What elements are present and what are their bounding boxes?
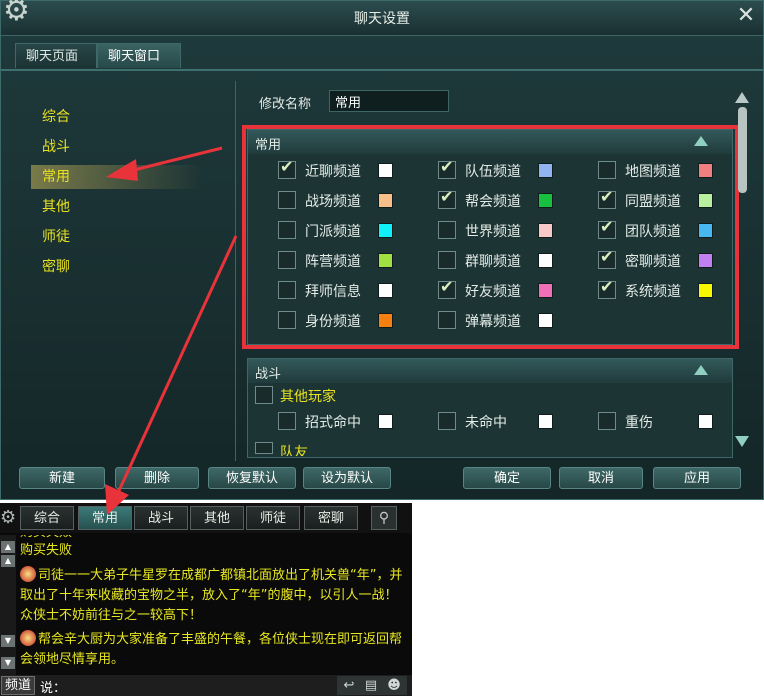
- checkbox-other-players[interactable]: [255, 386, 273, 404]
- scroll-up-icon[interactable]: [735, 92, 749, 103]
- combat-label: 招式命中: [305, 415, 361, 431]
- message-icon[interactable]: ▤: [361, 676, 381, 695]
- group-teammates: 队友: [280, 445, 308, 456]
- restore-default-button[interactable]: 恢复默认: [208, 467, 296, 489]
- scroll-top-icon[interactable]: ▲: [1, 541, 15, 553]
- channel-select-button[interactable]: 频道: [1, 676, 35, 695]
- combat-checkbox[interactable]: [598, 412, 616, 430]
- search-icon[interactable]: ⚲: [371, 506, 397, 530]
- tab-chat-page[interactable]: 聊天页面: [15, 43, 97, 68]
- chat-tab-mentor[interactable]: 师徒: [246, 506, 300, 530]
- checkbox-teammates[interactable]: [255, 442, 273, 454]
- message-text: 司徒一一大弟子牛星罗在成都广都镇北面放出了机关兽“年”，并取出了十年来收藏的宝物…: [20, 568, 403, 623]
- chat-tab-other[interactable]: 其他: [190, 506, 244, 530]
- tab-divider: [1, 69, 763, 71]
- combat-color-swatch[interactable]: [378, 414, 393, 429]
- new-button[interactable]: 新建: [19, 467, 105, 489]
- message-text: 帮会辛大厨为大家准备了丰盛的午餐，各位侠士现在即可返回帮会领地尽情享用。: [20, 632, 403, 667]
- scroll-down-icon[interactable]: ▼: [1, 635, 15, 647]
- section-combat-header[interactable]: 战斗: [248, 359, 732, 383]
- section-combat: 战斗: [247, 358, 733, 458]
- highlight-box: [242, 125, 739, 349]
- nav-item-common[interactable]: 常用: [31, 165, 202, 189]
- chat-scroll-controls: ▲ ▲ ▼ ▼: [0, 535, 16, 675]
- rename-label: 修改名称: [259, 97, 312, 112]
- nav-item-combat[interactable]: 战斗: [42, 135, 70, 159]
- emoji-icon[interactable]: ☻: [384, 676, 404, 695]
- combat-checkbox[interactable]: [278, 412, 296, 430]
- chat-message: 帮会辛大厨为大家准备了丰盛的午餐，各位侠士现在即可返回帮会领地尽情享用。: [20, 630, 408, 670]
- chat-tab-bar: ⚙ 综合 常用 战斗 其他 师徒 密聊 ⚲: [0, 503, 412, 533]
- chat-message: 购买失败: [20, 543, 73, 558]
- nav-item-other[interactable]: 其他: [42, 195, 70, 219]
- chat-messages: 购买失败 购买失败 司徒一一大弟子牛星罗在成都广都镇北面放出了机关兽“年”，并取…: [18, 535, 410, 675]
- gear-icon[interactable]: ⚙: [0, 507, 18, 529]
- system-message-icon: [20, 566, 36, 582]
- chat-tab-common[interactable]: 常用: [78, 506, 132, 530]
- chat-settings-dialog: ⚙ 聊天设置 ✕ 聊天页面 聊天窗口 综合 战斗 常用 其他 师徒 密聊 修改名…: [0, 0, 764, 500]
- input-tool-icons: ↩ ▤ ☻: [337, 676, 407, 695]
- chat-tab-private[interactable]: 密聊: [304, 506, 358, 530]
- scrollbar-thumb[interactable]: [738, 107, 747, 193]
- reply-icon[interactable]: ↩: [339, 676, 359, 695]
- combat-color-swatch[interactable]: [538, 414, 553, 429]
- rename-input[interactable]: [329, 90, 449, 112]
- ok-button[interactable]: 确定: [463, 467, 551, 489]
- combat-color-swatch[interactable]: [698, 414, 713, 429]
- dialog-titlebar[interactable]: ⚙ 聊天设置 ✕: [1, 0, 763, 36]
- tab-chat-window[interactable]: 聊天窗口: [97, 43, 181, 68]
- scroll-up-icon[interactable]: ▲: [1, 555, 15, 567]
- scroll-down-icon[interactable]: [735, 436, 749, 447]
- dialog-title: 聊天设置: [354, 11, 410, 27]
- apply-button[interactable]: 应用: [653, 467, 741, 489]
- combat-label: 重伤: [625, 415, 653, 431]
- nav-item-general[interactable]: 综合: [42, 105, 70, 129]
- section-combat-title: 战斗: [255, 367, 282, 382]
- combat-checkbox[interactable]: [438, 412, 456, 430]
- chat-tab-combat[interactable]: 战斗: [134, 506, 188, 530]
- scroll-bottom-icon[interactable]: ▼: [1, 657, 15, 669]
- close-icon[interactable]: ✕: [735, 5, 757, 27]
- cancel-button[interactable]: 取消: [559, 467, 643, 489]
- set-default-button[interactable]: 设为默认: [303, 467, 391, 489]
- say-label: 说：: [40, 681, 67, 696]
- combat-label: 未命中: [465, 415, 507, 431]
- chat-window: ⚙ 综合 常用 战斗 其他 师徒 密聊 ⚲ ▲ ▲ ▼ ▼ 购买失败 购买失败 …: [0, 503, 412, 696]
- nav-item-mentor[interactable]: 师徒: [42, 225, 70, 249]
- collapse-icon[interactable]: [694, 365, 708, 375]
- chat-message: 司徒一一大弟子牛星罗在成都广都镇北面放出了机关兽“年”，并取出了十年来收藏的宝物…: [20, 566, 408, 626]
- nav-item-private[interactable]: 密聊: [42, 255, 70, 279]
- chat-tab-general[interactable]: 综合: [20, 506, 74, 530]
- system-message-icon: [20, 630, 36, 646]
- chat-input-bar: 频道 说： ↩ ▤ ☻: [0, 675, 412, 696]
- group-other-players: 其他玩家: [280, 389, 336, 405]
- delete-button[interactable]: 删除: [115, 467, 199, 489]
- nav-divider: [235, 81, 236, 461]
- channel-group-nav: 综合 战斗 常用 其他 师徒 密聊: [1, 81, 233, 461]
